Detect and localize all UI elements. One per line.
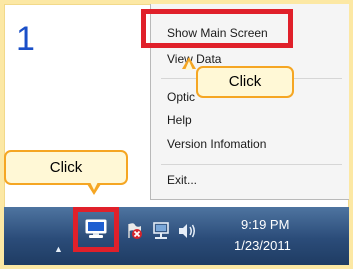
show-hidden-icons-arrow-icon[interactable]: ▲: [54, 244, 63, 254]
menu-item-version-information[interactable]: Version Infomation: [167, 133, 266, 155]
network-icon[interactable]: [151, 221, 171, 246]
step-number: 1: [16, 20, 35, 58]
tutorial-frame: 1 Show Main Screen View Data Optic Help …: [4, 4, 349, 265]
show-main-screen-highlight: [141, 9, 293, 48]
app-tray-icon[interactable]: [85, 219, 107, 244]
clock-time[interactable]: 9:19 PM: [241, 217, 289, 232]
callout-pointer-fill: [185, 61, 193, 70]
menu-item-help[interactable]: Help: [167, 109, 192, 131]
menu-click-callout: Click: [196, 66, 294, 98]
tray-click-callout: Click: [4, 150, 128, 185]
callout-pointer-fill: [90, 182, 98, 190]
volume-icon[interactable]: [177, 223, 197, 244]
clock-date[interactable]: 1/23/2011: [234, 238, 291, 253]
menu-separator: [161, 164, 342, 165]
menu-item-options[interactable]: Optic: [167, 86, 195, 108]
flag-icon[interactable]: [126, 222, 144, 245]
menu-item-exit[interactable]: Exit...: [167, 169, 197, 191]
